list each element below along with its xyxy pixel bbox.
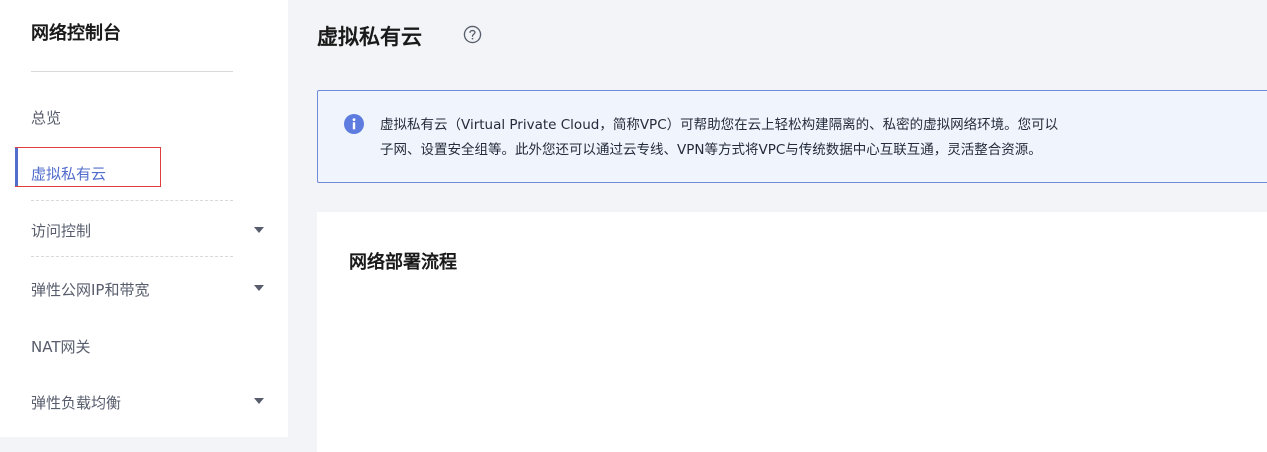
- sidebar-separator: [31, 256, 233, 257]
- sidebar-item-eip-bandwidth[interactable]: 弹性公网IP和带宽: [31, 279, 149, 300]
- question-circle-icon[interactable]: [463, 25, 482, 44]
- deployment-flow-card: 网络部署流程: [317, 212, 1267, 452]
- page-title: 虚拟私有云: [317, 25, 422, 49]
- info-text: 虚拟私有云（Virtual Private Cloud，简称VPC）可帮助您在云…: [380, 113, 1267, 163]
- sidebar-divider: [31, 71, 233, 72]
- caret-down-icon[interactable]: [254, 285, 264, 291]
- info-circle-icon: [344, 114, 364, 134]
- sidebar: 网络控制台 总览 虚拟私有云 访问控制 弹性公网IP和带宽 NAT网关 弹性负载…: [0, 0, 288, 437]
- sidebar-item-vpc[interactable]: 虚拟私有云: [31, 163, 106, 184]
- active-indicator: [15, 148, 18, 186]
- info-notice: 虚拟私有云（Virtual Private Cloud，简称VPC）可帮助您在云…: [317, 90, 1267, 183]
- sidebar-item-nat-gateway[interactable]: NAT网关: [31, 336, 90, 357]
- info-text-line: 虚拟私有云（Virtual Private Cloud，简称VPC）可帮助您在云…: [380, 117, 1059, 133]
- sidebar-item-elb[interactable]: 弹性负载均衡: [31, 392, 121, 413]
- card-title: 网络部署流程: [349, 252, 457, 273]
- caret-down-icon[interactable]: [254, 227, 264, 233]
- sidebar-item-overview[interactable]: 总览: [31, 107, 61, 128]
- caret-down-icon[interactable]: [254, 398, 264, 404]
- info-text-line: 子网、设置安全组等。此外您还可以通过云专线、VPN等方式将VPC与传统数据中心互…: [380, 142, 1042, 158]
- sidebar-separator: [31, 200, 233, 201]
- sidebar-item-access-control[interactable]: 访问控制: [31, 220, 91, 241]
- console-title: 网络控制台: [31, 23, 121, 44]
